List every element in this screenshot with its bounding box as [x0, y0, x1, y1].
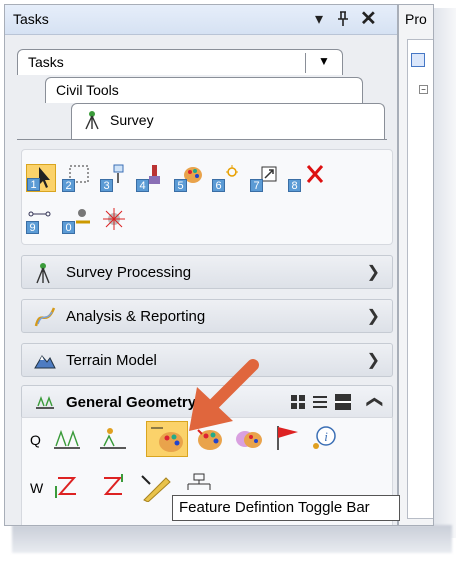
line-tool-icon[interactable] — [52, 472, 82, 503]
tool-number: 7 — [250, 179, 263, 192]
dropdown-separator — [305, 53, 343, 73]
tool-number: 9 — [26, 221, 39, 234]
civil-tools-label: Civil Tools — [56, 82, 119, 98]
panel-title: Tasks — [13, 11, 49, 27]
geometry-scale-icon — [34, 392, 56, 414]
properties-title: Pro — [405, 11, 427, 27]
tool-number: 8 — [288, 179, 301, 192]
window-shadow-bottom — [12, 525, 452, 553]
row-label-w: W — [30, 480, 44, 496]
properties-panel: Pro − — [398, 4, 434, 526]
tool-number: 3 — [100, 179, 113, 192]
element-selection-tool[interactable]: 1 — [26, 164, 56, 192]
window-shadow-right — [432, 8, 456, 538]
tab-baseline — [17, 139, 387, 140]
info-icon[interactable]: i — [310, 424, 338, 455]
tooltip: Feature Defintion Toggle Bar — [172, 495, 400, 521]
survey-tripod-icon — [84, 110, 100, 133]
panel-menu-button[interactable]: ▾ — [315, 9, 323, 29]
tripod-icon — [34, 262, 56, 284]
tool-number: 5 — [174, 179, 187, 192]
feature-definition-toggle-icon[interactable] — [146, 421, 188, 457]
place-point-tool[interactable]: 3 — [100, 164, 130, 192]
chevron-down-icon: ❯ — [366, 352, 380, 369]
properties-checkbox[interactable] — [411, 53, 425, 67]
terrain-icon — [34, 350, 56, 372]
station-tool[interactable]: 0 — [62, 206, 92, 234]
tasks-panel: Tasks ▾ ✕ Tasks ▼ Civil Tools Survey 1 2 — [4, 4, 398, 526]
tool-number: 2 — [62, 179, 75, 192]
tool-number: 4 — [136, 179, 149, 192]
chevron-down-icon: ❯ — [366, 264, 380, 281]
list-view-icon[interactable] — [312, 394, 328, 413]
tasks-titlebar: Tasks ▾ ✕ — [5, 5, 397, 35]
scale-highlight-tool-icon[interactable] — [98, 426, 128, 455]
network-tool-icon[interactable] — [184, 472, 214, 497]
tool-number: 1 — [27, 178, 40, 191]
selection-box-tool[interactable]: 2 — [62, 164, 92, 192]
section-analysis-reporting[interactable]: Analysis & Reporting ❯ — [21, 299, 393, 333]
tasks-dropdown-label: Tasks — [28, 54, 64, 70]
chevron-down-icon: ❯ — [366, 308, 380, 325]
ruler-tool-icon[interactable] — [138, 472, 172, 505]
analysis-curve-icon — [34, 306, 56, 328]
highlight-tool[interactable]: 6 — [212, 164, 242, 192]
annotation-arrow — [189, 359, 259, 431]
tool-number: 6 — [212, 179, 225, 192]
tasks-dropdown[interactable]: Tasks ▼ — [17, 49, 343, 75]
survey-label: Survey — [110, 112, 154, 128]
main-toolbox: 1 2 3 4 5 6 7 8 9 0 — [21, 149, 393, 245]
brush-tool[interactable]: 4 — [136, 164, 166, 192]
section-label: General Geometry — [66, 394, 197, 411]
tab-civil-tools[interactable]: Civil Tools — [45, 77, 363, 103]
pin-icon[interactable] — [337, 11, 349, 30]
section-label: Survey Processing — [66, 264, 192, 281]
section-label: Analysis & Reporting — [66, 308, 206, 325]
scale-tool-icon[interactable] — [52, 426, 82, 455]
measure-distance-tool[interactable]: 9 — [26, 206, 56, 234]
flag-icon[interactable] — [272, 424, 302, 455]
properties-tree — [407, 39, 433, 519]
delete-tool[interactable]: 8 — [288, 164, 324, 192]
row-label-q: Q — [30, 432, 41, 448]
fit-view-tool[interactable]: 7 — [250, 164, 280, 192]
section-survey-processing[interactable]: Survey Processing ❯ — [21, 255, 393, 289]
tree-expander[interactable]: − — [419, 85, 428, 94]
chevron-up-icon: ❯ — [365, 395, 383, 409]
crosshair-tool[interactable] — [100, 206, 130, 234]
line-arc-tool-icon[interactable] — [98, 472, 128, 503]
section-label: Terrain Model — [66, 352, 157, 369]
tab-survey[interactable]: Survey — [71, 103, 385, 139]
palette-tool[interactable]: 5 — [174, 164, 204, 192]
grid-view-icon[interactable] — [290, 394, 306, 413]
close-icon[interactable]: ✕ — [360, 6, 377, 31]
toolbar-view-icon[interactable] — [334, 393, 352, 414]
svg-text:i: i — [324, 429, 328, 444]
tool-number: 0 — [62, 221, 75, 234]
